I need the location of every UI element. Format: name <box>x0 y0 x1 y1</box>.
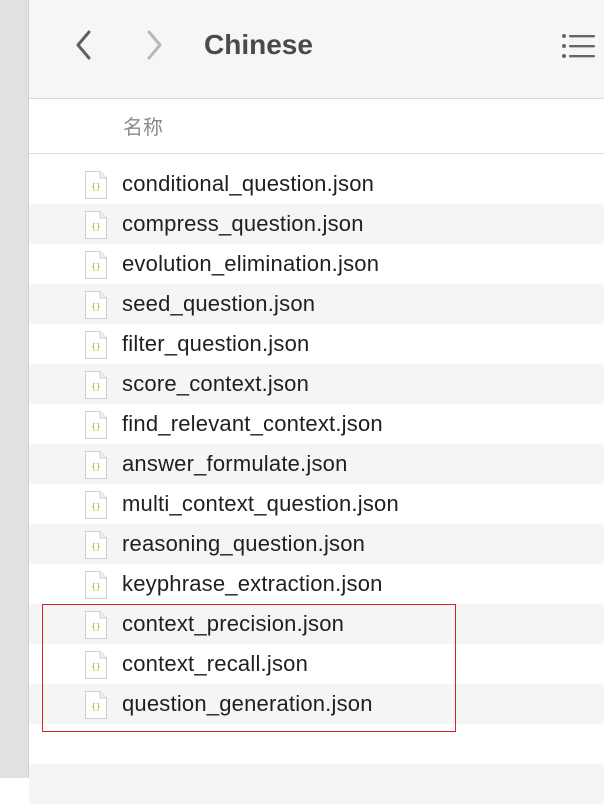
file-row[interactable]: {} conditional_question.json <box>29 164 604 204</box>
file-list: {} conditional_question.json {} compress_qu… <box>29 164 604 804</box>
file-name: seed_question.json <box>122 291 316 316</box>
file-name: compress_question.json <box>122 211 364 236</box>
json-file-icon: {} <box>84 610 108 640</box>
json-file-icon: {} <box>84 330 108 360</box>
file-name: answer_formulate.json <box>122 451 348 476</box>
json-file-icon: {} <box>84 170 108 200</box>
file-row[interactable]: {} filter_question.json <box>29 324 604 364</box>
file-name: question_generation.json <box>122 691 373 716</box>
json-badge: {} <box>91 582 101 591</box>
json-file-icon: {} <box>84 650 108 680</box>
file-row[interactable]: {} compress_question.json <box>29 204 604 244</box>
json-file-icon: {} <box>84 250 108 280</box>
json-badge: {} <box>91 382 101 391</box>
file-name: find_relevant_context.json <box>122 411 383 436</box>
list-view-icon <box>562 34 595 58</box>
empty-row <box>29 724 604 764</box>
json-badge: {} <box>91 302 101 311</box>
json-file-icon: {} <box>84 490 108 520</box>
json-badge: {} <box>91 342 101 351</box>
file-row[interactable]: {} context_precision.json <box>29 604 604 644</box>
column-header: 名称 <box>29 99 604 154</box>
forward-button[interactable] <box>137 26 171 64</box>
file-row[interactable]: {} seed_question.json <box>29 284 604 324</box>
sidebar-edge <box>0 0 29 778</box>
json-badge: {} <box>91 702 101 711</box>
window-toolbar: Chinese <box>29 0 604 99</box>
name-column-header[interactable]: 名称 <box>123 111 163 140</box>
chevron-left-icon <box>76 30 91 60</box>
file-name: keyphrase_extraction.json <box>122 571 383 596</box>
json-file-icon: {} <box>84 570 108 600</box>
chevron-right-icon <box>147 30 162 60</box>
file-name: context_recall.json <box>122 651 309 676</box>
json-file-icon: {} <box>84 370 108 400</box>
json-badge: {} <box>91 262 101 271</box>
file-row[interactable]: {} question_generation.json <box>29 684 604 724</box>
file-name: reasoning_question.json <box>122 531 366 556</box>
file-row[interactable]: {} answer_formulate.json <box>29 444 604 484</box>
file-name: evolution_elimination.json <box>122 251 380 276</box>
file-row[interactable]: {} score_context.json <box>29 364 604 404</box>
empty-row <box>29 764 604 804</box>
json-badge: {} <box>91 422 101 431</box>
json-file-icon: {} <box>84 530 108 560</box>
file-name: filter_question.json <box>122 331 310 356</box>
file-name: context_precision.json <box>122 611 345 636</box>
json-file-icon: {} <box>84 410 108 440</box>
json-badge: {} <box>91 542 101 551</box>
json-file-icon: {} <box>84 210 108 240</box>
json-badge: {} <box>91 622 101 631</box>
file-row[interactable]: {} multi_context_question.json <box>29 484 604 524</box>
json-badge: {} <box>91 182 101 191</box>
list-view-button[interactable] <box>559 28 599 64</box>
window-title: Chinese <box>204 29 313 60</box>
back-button[interactable] <box>67 26 101 64</box>
json-file-icon: {} <box>84 290 108 320</box>
json-badge: {} <box>91 222 101 231</box>
json-file-icon: {} <box>84 450 108 480</box>
file-name: score_context.json <box>122 371 310 396</box>
json-badge: {} <box>91 662 101 671</box>
file-row[interactable]: {} context_recall.json <box>29 644 604 684</box>
file-row[interactable]: {} keyphrase_extraction.json <box>29 564 604 604</box>
file-row[interactable]: {} find_relevant_context.json <box>29 404 604 444</box>
file-name: multi_context_question.json <box>122 491 399 516</box>
json-file-icon: {} <box>84 690 108 720</box>
json-badge: {} <box>91 462 101 471</box>
file-name: conditional_question.json <box>122 171 375 196</box>
json-badge: {} <box>91 502 101 511</box>
file-row[interactable]: {} reasoning_question.json <box>29 524 604 564</box>
file-row[interactable]: {} evolution_elimination.json <box>29 244 604 284</box>
